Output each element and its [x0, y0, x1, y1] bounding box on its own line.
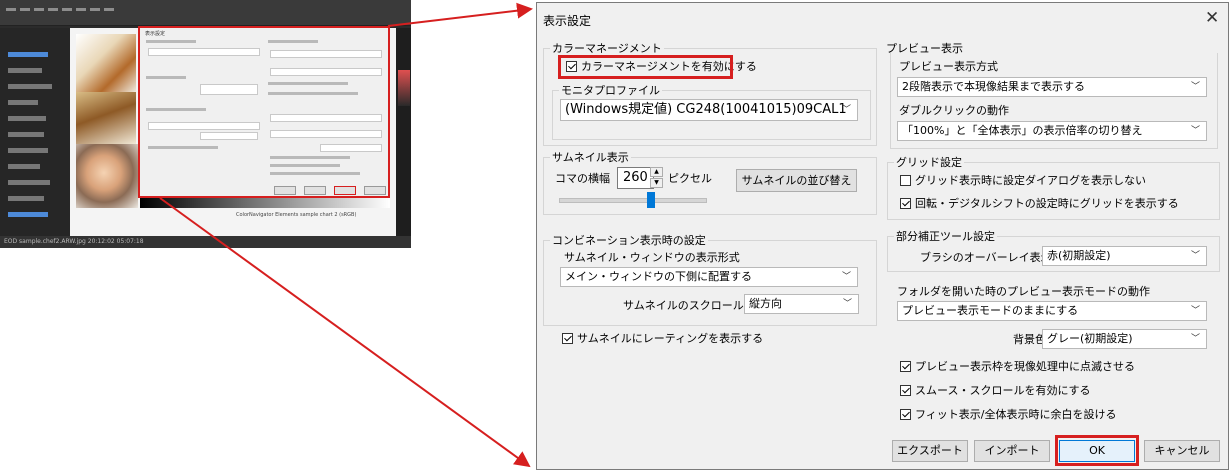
frame-width-input[interactable]: 260 — [617, 167, 654, 189]
highlight-color-management — [558, 55, 733, 79]
spin-up-icon[interactable]: ▲ — [650, 167, 663, 177]
smooth-scroll-checkbox[interactable]: スムース・スクロールを有効にする — [900, 384, 1091, 398]
blink-preview-checkbox[interactable]: プレビュー表示枠を現像処理中に点滅させる — [900, 360, 1135, 374]
thumbnail-settings-dialog: 表示設定 — [138, 26, 390, 198]
checkbox-icon — [900, 175, 911, 186]
checkbox-icon — [900, 198, 911, 209]
frame-width-slider-track[interactable] — [559, 198, 707, 203]
thumbnail-status-bar: EOD sample.chef2.ARW.jpg 20:12:02 05:07:… — [0, 236, 411, 248]
folder-open-label: フォルダを開いた時のプレビュー表示モードの動作 — [897, 285, 1150, 298]
chevron-down-icon: ﹀ — [841, 105, 851, 115]
window-format-label: サムネイル・ウィンドウの表示形式 — [564, 251, 740, 264]
cancel-button[interactable]: キャンセル — [1144, 440, 1220, 462]
monitor-profile-legend: モニタプロファイル — [561, 84, 660, 97]
doubleclick-select[interactable]: 「100%」と「全体表示」の表示倍率の切り替え ﹀ — [897, 121, 1207, 141]
thumbnail-photo-flowers — [76, 34, 136, 92]
thumbnail-gradient-chart — [140, 198, 390, 208]
preview-method-value: 2段階表示で本現像結果まで表示する — [902, 80, 1085, 93]
folder-open-select[interactable]: プレビュー表示モードのままにする ﹀ — [897, 301, 1207, 321]
checkbox-icon — [900, 385, 911, 396]
color-management-legend: カラーマネージメント — [552, 42, 662, 55]
frame-width-slider-thumb[interactable] — [647, 192, 655, 208]
brush-overlay-select[interactable]: 赤(初期設定) ﹀ — [1042, 246, 1207, 266]
spin-down-icon[interactable]: ▼ — [650, 178, 663, 188]
grid-rotate-checkbox[interactable]: 回転・デジタルシフトの設定時にグリッドを表示する — [900, 197, 1179, 211]
window-format-value: メイン・ウィンドウの下側に配置する — [565, 270, 752, 283]
thumbnail-photo-child — [76, 144, 138, 208]
thumbnail-histogram — [398, 70, 410, 106]
thumbnail-status-text: EOD sample.chef2.ARW.jpg 20:12:02 05:07:… — [4, 238, 144, 245]
window-format-select[interactable]: メイン・ウィンドウの下側に配置する ﹀ — [560, 267, 858, 287]
checkbox-icon — [900, 361, 911, 372]
chevron-down-icon: ﹀ — [1190, 334, 1200, 344]
show-rating-label: サムネイルにレーティングを表示する — [577, 332, 764, 345]
preview-method-select[interactable]: 2段階表示で本現像結果まで表示する ﹀ — [897, 77, 1207, 97]
thumbnail-folder-tree — [0, 28, 70, 236]
display-settings-dialog: 表示設定 ✕ カラーマネージメント カラーマネージメントを有効にする モニタプロ… — [536, 2, 1229, 470]
blink-preview-label: プレビュー表示枠を現像処理中に点滅させる — [915, 360, 1135, 373]
scroll-direction-select[interactable]: 縦方向 ﹀ — [744, 294, 859, 314]
fit-margin-checkbox[interactable]: フィット表示/全体表示時に余白を設ける — [900, 408, 1117, 422]
pixel-unit-label: ピクセル — [668, 172, 712, 185]
thumbnail-tool-strip — [396, 28, 411, 236]
doubleclick-label: ダブルクリックの動作 — [899, 104, 1009, 117]
fit-margin-label: フィット表示/全体表示時に余白を設ける — [915, 408, 1117, 421]
chevron-down-icon: ﹀ — [1190, 82, 1200, 92]
chevron-down-icon: ﹀ — [842, 299, 852, 309]
thumbnail-display-legend: サムネイル表示 — [552, 151, 629, 164]
checkbox-icon — [562, 333, 573, 344]
grid-no-dialog-label: グリッド表示時に設定ダイアログを表示しない — [915, 174, 1146, 187]
chevron-down-icon: ﹀ — [1190, 306, 1200, 316]
chevron-down-icon: ﹀ — [1190, 126, 1200, 136]
dialog-title: 表示設定 — [543, 14, 592, 28]
brush-overlay-value: 赤(初期設定) — [1047, 249, 1111, 262]
background-color-value: グレー(初期設定) — [1047, 332, 1133, 345]
application-thumbnail: ColorNavigator Elements sample chart 2 (… — [0, 0, 411, 248]
combination-display-legend: コンビネーション表示時の設定 — [552, 234, 706, 247]
partial-tool-legend: 部分補正ツール設定 — [896, 230, 995, 243]
grid-settings-legend: グリッド設定 — [896, 156, 962, 169]
thumbnail-menubar — [0, 0, 411, 26]
monitor-profile-value: (Windows規定値) CG248(10041015)09CAL1 — [565, 102, 847, 117]
grid-no-dialog-checkbox[interactable]: グリッド表示時に設定ダイアログを表示しない — [900, 174, 1146, 188]
thumbnail-photo-food — [76, 92, 136, 144]
chevron-down-icon: ﹀ — [1190, 251, 1200, 261]
frame-width-stepper[interactable]: ▲ ▼ — [650, 167, 663, 189]
sort-thumbnails-button[interactable]: サムネイルの並び替え — [736, 169, 857, 192]
folder-open-value: プレビュー表示モードのままにする — [902, 304, 1079, 317]
background-color-select[interactable]: グレー(初期設定) ﹀ — [1042, 329, 1207, 349]
show-rating-checkbox[interactable]: サムネイルにレーティングを表示する — [562, 332, 763, 346]
scroll-direction-value: 縦方向 — [749, 297, 782, 310]
grid-rotate-label: 回転・デジタルシフトの設定時にグリッドを表示する — [915, 197, 1179, 210]
close-icon[interactable]: ✕ — [1205, 8, 1219, 28]
highlight-ok — [1055, 435, 1139, 466]
checkbox-icon — [900, 409, 911, 420]
smooth-scroll-label: スムース・スクロールを有効にする — [915, 384, 1091, 397]
doubleclick-value: 「100%」と「全体表示」の表示倍率の切り替え — [902, 124, 1143, 137]
export-button[interactable]: エクスポート — [892, 440, 968, 462]
import-button[interactable]: インポート — [974, 440, 1050, 462]
monitor-profile-select[interactable]: (Windows規定値) CG248(10041015)09CAL1 ﹀ — [560, 99, 858, 121]
chevron-down-icon: ﹀ — [841, 272, 851, 282]
thumbnail-caption: ColorNavigator Elements sample chart 2 (… — [236, 212, 357, 218]
preview-method-label: プレビュー表示方式 — [899, 60, 998, 73]
frame-width-label: コマの横幅 — [555, 172, 610, 185]
thumbnail-dialog-title: 表示設定 — [145, 31, 166, 37]
